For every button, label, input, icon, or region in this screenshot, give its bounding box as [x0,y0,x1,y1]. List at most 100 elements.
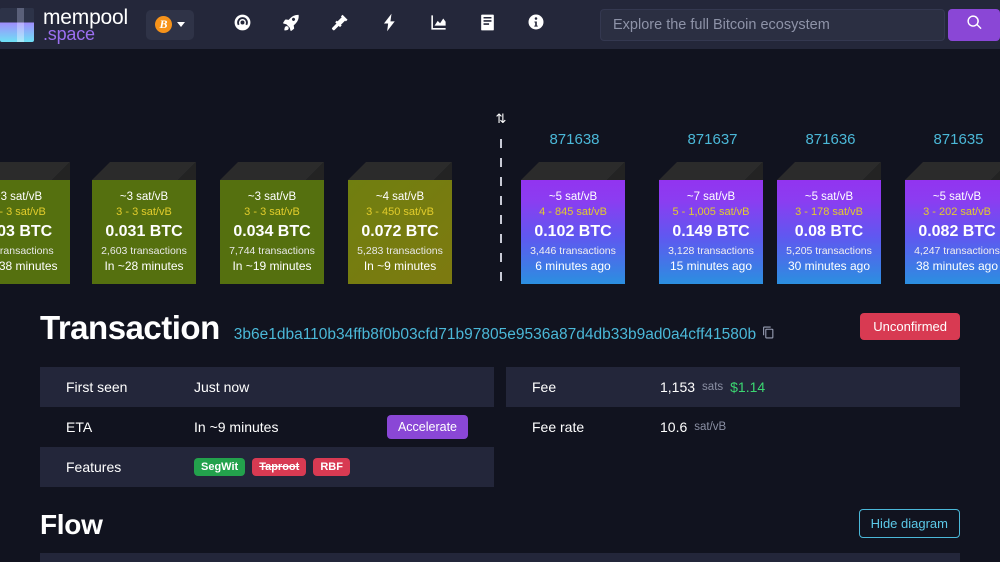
transaction-section: Transaction 3b6e1dba110b34ffb8f0b03cfd71… [0,289,1000,562]
tx-count: 3,128 transactions [668,245,754,257]
mempool-block-3[interactable]: ~4 sat/vB 3 - 450 sat/vB 0.072 BTC 5,283… [348,162,452,284]
page-title: Transaction [40,309,220,346]
copy-icon[interactable] [762,326,775,344]
accelerate-button[interactable]: Accelerate [386,415,468,439]
mempool-blocks-divider: ⇅ ⇄ [493,111,509,289]
chart-area-icon [429,13,448,37]
logo[interactable]: mempool .space [0,7,128,43]
cube-top [659,162,763,180]
fee-amount: 1,153 [660,379,696,395]
block-871637[interactable]: ~7 sat/vB 5 - 1,005 sat/vB 0.149 BTC 3,1… [659,162,763,284]
flow-header: Flow Hide diagram [40,505,960,545]
feerate-amount: 10.6 [660,419,688,435]
status-badge[interactable]: Unconfirmed [860,313,960,340]
flow-diagram-area [40,553,960,562]
row-key: Fee rate [532,419,585,435]
tx-count: 5,205 transactions [786,245,872,257]
table-row: Fee 1,153 sats $1.14 [506,367,960,407]
info-circle-icon [527,13,545,36]
fee-range: 3 - 178 sat/vB [795,206,863,218]
site-header: mempool .space B Explore the full Bitcoi… [0,0,1000,49]
block-reward: 0.08 BTC [794,223,864,240]
block-height-871635[interactable]: 871635 [896,131,1000,148]
rocket-icon [282,13,301,37]
nav-docs[interactable] [463,0,512,49]
logo-text: mempool .space [43,7,128,43]
row-value: Just now [194,379,250,395]
row-value: In ~9 minutes [194,419,279,435]
median-fee: ~3 sat/vB [0,191,43,203]
fee-range: 5 - 1,005 sat/vB [672,206,750,218]
tx-count: 2,603 transactions [101,245,187,257]
cube-face: ~4 sat/vB 3 - 450 sat/vB 0.072 BTC 5,283… [348,180,452,284]
block-reward: 0.082 BTC [918,223,996,240]
block-height-871637[interactable]: 871637 [650,131,775,148]
median-fee: ~7 sat/vB [686,191,736,203]
cube-face: ~5 sat/vB 4 - 845 sat/vB 0.102 BTC 3,446… [521,180,625,284]
nav-about[interactable] [512,0,561,49]
nav-lightning[interactable] [365,0,414,49]
median-fee: ~5 sat/vB [932,191,982,203]
hide-diagram-button[interactable]: Hide diagram [858,509,960,538]
block-eta: In ~19 minutes [232,259,312,273]
fee-range: 4 - 845 sat/vB [539,206,607,218]
row-key: Features [66,459,122,475]
coin-selector[interactable]: B [145,9,194,40]
median-fee: ~3 sat/vB [119,191,169,203]
cube-top [521,162,625,180]
nav-mining[interactable] [316,0,365,49]
block-reward: 0.149 BTC [672,223,750,240]
block-age: 15 minutes ago [669,259,753,273]
feature-badge-taproot[interactable]: Taproot [252,458,307,476]
flow-title: Flow [40,509,103,540]
mempool-block-1[interactable]: ~3 sat/vB 3 - 3 sat/vB 0.031 BTC 2,603 t… [92,162,196,284]
search-input[interactable]: Explore the full Bitcoin ecosystem [600,9,945,41]
block-871635[interactable]: ~5 sat/vB 3 - 202 sat/vB 0.082 BTC 4,247… [905,162,1000,284]
feature-badge-segwit[interactable]: SegWit [194,458,246,476]
fee-range: 3 - 3 sat/vB [244,206,300,218]
block-871636[interactable]: ~5 sat/vB 3 - 178 sat/vB 0.08 BTC 5,205 … [777,162,881,284]
cube-top [92,162,196,180]
nav-dashboard[interactable] [218,0,267,49]
block-age: 30 minutes ago [787,259,871,273]
mempool-block-2[interactable]: ~3 sat/vB 3 - 3 sat/vB 0.034 BTC 7,744 t… [220,162,324,284]
tx-count: 3,446 transactions [530,245,616,257]
row-key: Fee [532,379,557,395]
cube-face: ~7 sat/vB 5 - 1,005 sat/vB 0.149 BTC 3,1… [659,180,763,284]
nav-pools[interactable] [267,0,316,49]
tachometer-icon [233,13,252,37]
feerate-unit: sat/vB [694,421,727,433]
fee-range: 3 - 3 sat/vB [0,206,46,218]
cube-top [777,162,881,180]
block-eta: In ~38 minutes [0,259,58,273]
cube-face: ~5 sat/vB 3 - 202 sat/vB 0.082 BTC 4,247… [905,180,1000,284]
block-871638[interactable]: ~5 sat/vB 4 - 845 sat/vB 0.102 BTC 3,446… [521,162,625,284]
table-row: Features SegWit Taproot RBF [40,447,494,487]
cube-top [220,162,324,180]
fee-range: 3 - 3 sat/vB [116,206,172,218]
cube-face: ~3 sat/vB 3 - 3 sat/vB 0.03 BTC 42 trans… [0,180,70,284]
divider-dashed-line [500,139,502,289]
transaction-header: Transaction 3b6e1dba110b34ffb8f0b03cfd71… [40,309,960,355]
block-reward: 0.031 BTC [105,223,183,240]
lightning-bolt-icon [380,13,399,37]
table-row: First seen Just now [40,367,494,407]
tx-count: 5,283 transactions [357,245,443,257]
block-height-871636[interactable]: 871636 [768,131,893,148]
block-reward: 0.072 BTC [361,223,439,240]
chevron-down-icon [176,22,185,27]
mempool-block-0[interactable]: ~3 sat/vB 3 - 3 sat/vB 0.03 BTC 42 trans… [0,162,70,284]
transaction-id[interactable]: 3b6e1dba110b34ffb8f0b03cfd71b97805e9536a… [234,326,756,344]
sort-updown-icon[interactable]: ⇅ [493,111,509,127]
search-button[interactable] [948,9,1000,41]
feature-badge-rbf[interactable]: RBF [313,458,350,476]
block-reward: 0.034 BTC [233,223,311,240]
blockchain-strip: ~3 sat/vB 3 - 3 sat/vB 0.03 BTC 42 trans… [0,49,1000,289]
block-height-871638[interactable]: 871638 [512,131,637,148]
table-row: Fee rate 10.6 sat/vB [506,407,960,447]
cube-face: ~3 sat/vB 3 - 3 sat/vB 0.034 BTC 7,744 t… [220,180,324,284]
nav-graphs[interactable] [414,0,463,49]
block-reward: 0.03 BTC [0,223,53,240]
fee-range: 3 - 450 sat/vB [366,206,434,218]
block-age: 6 minutes ago [535,259,611,273]
